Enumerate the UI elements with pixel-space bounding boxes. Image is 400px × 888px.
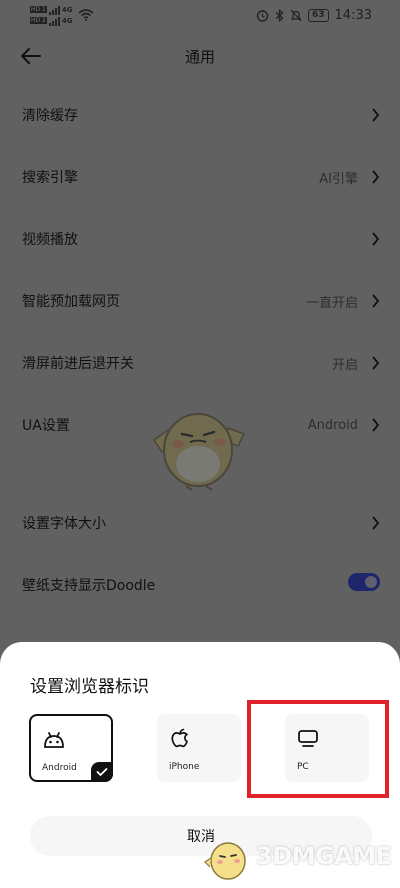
sim-indicators: HD 1 4G HD 2 4G	[30, 5, 72, 26]
chevron-right-icon	[372, 294, 380, 308]
bluetooth-icon	[275, 8, 284, 22]
status-right: 63 14:33	[256, 8, 372, 23]
watermark-mascot-icon	[204, 842, 246, 880]
status-left: HD 1 4G HD 2 4G	[30, 5, 95, 26]
battery-indicator: 63	[308, 8, 329, 22]
row-label: 设置字体大小	[22, 516, 106, 532]
apple-icon	[171, 728, 188, 748]
wifi-icon	[78, 9, 95, 21]
chevron-right-icon	[372, 418, 380, 432]
row-value: AI引擎	[319, 171, 358, 187]
signal-icon	[48, 16, 60, 26]
chevron-right-icon	[372, 170, 380, 184]
row-value: 一直开启	[305, 295, 358, 311]
chevron-right-icon	[372, 108, 380, 122]
app-header: 通用	[0, 38, 400, 74]
net2-label: 4G	[61, 16, 73, 25]
chevron-right-icon	[372, 356, 380, 370]
settings-row-video-playback[interactable]: 视频播放	[0, 208, 400, 270]
sim2-label: HD 2	[30, 17, 47, 24]
chevron-right-icon	[372, 516, 380, 530]
ua-option-android[interactable]: Android	[29, 714, 113, 782]
settings-row-clear-cache[interactable]: 清除缓存	[0, 84, 400, 146]
selected-badge	[91, 762, 113, 782]
doodle-toggle[interactable]	[348, 573, 380, 591]
watermark: 3DMGAME	[200, 832, 396, 884]
row-label: 滑屏前进后退开关	[22, 356, 134, 372]
toggle-knob	[365, 576, 377, 588]
row-label: 清除缓存	[22, 108, 78, 124]
row-value: Android	[307, 417, 358, 433]
clock: 14:33	[334, 7, 372, 23]
settings-row-smart-preload[interactable]: 智能预加载网页 一直开启	[0, 270, 400, 332]
alarm-icon	[256, 9, 269, 22]
status-bar: HD 1 4G HD 2 4G 63 14:33	[0, 0, 400, 30]
ua-option-label: Android	[42, 763, 77, 773]
watermark-text: 3DMGAME	[256, 842, 392, 870]
check-icon	[96, 768, 108, 776]
android-icon	[44, 732, 64, 748]
row-value: 开启	[331, 357, 358, 373]
row-label: 智能预加载网页	[22, 294, 120, 310]
highlight-annotation	[247, 700, 389, 798]
net1-label: 4G	[61, 5, 73, 14]
ua-option-label: iPhone	[169, 762, 200, 772]
arrow-left-icon[interactable]	[18, 44, 44, 68]
signal-icon	[48, 5, 60, 15]
mute-icon	[290, 9, 302, 21]
settings-row-doodle: 壁纸支持显示Doodle	[0, 554, 400, 616]
settings-row-swipe-navigation[interactable]: 滑屏前进后退开关 开启	[0, 332, 400, 394]
settings-row-search-engine[interactable]: 搜索引擎 AI引擎	[0, 146, 400, 208]
ua-option-iphone[interactable]: iPhone	[157, 714, 241, 782]
page-title: 通用	[184, 47, 215, 66]
settings-row-font-size[interactable]: 设置字体大小	[0, 492, 400, 554]
sim1-label: HD 1	[30, 6, 47, 13]
mascot-image	[152, 413, 246, 491]
row-label: 搜索引擎	[22, 170, 78, 186]
chevron-right-icon	[372, 232, 380, 246]
row-label: 视频播放	[22, 232, 78, 248]
row-label: 壁纸支持显示Doodle	[22, 578, 156, 594]
sheet-title: 设置浏览器标识	[30, 677, 149, 697]
